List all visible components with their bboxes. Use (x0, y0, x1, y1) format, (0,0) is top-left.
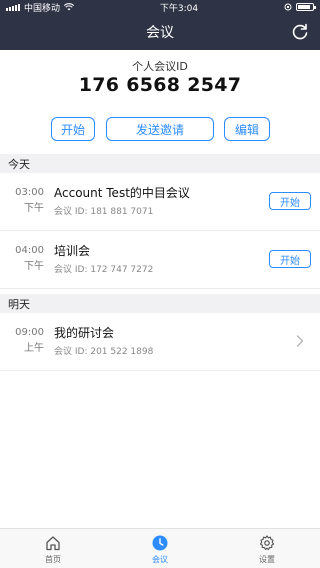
status-bar: 中国移动 下午3:04 (0, 0, 320, 14)
meeting-row[interactable]: 09:00 上午 我的研讨会 会议 ID: 201 522 1898 (0, 313, 320, 371)
meeting-id: 会议 ID: 181 881 7071 (54, 207, 154, 217)
edit-button[interactable]: 编辑 (224, 117, 270, 141)
wifi-icon (64, 3, 75, 11)
tab-meetings[interactable]: 会议 (107, 529, 213, 568)
status-time: 下午3:04 (159, 3, 199, 14)
meeting-start-button[interactable]: 开始 (269, 250, 311, 268)
meeting-row[interactable]: 04:00 下午 培训会 会议 ID: 172 747 7272 开始 (0, 231, 320, 289)
meeting-row[interactable]: 03:00 下午 Account Test的中目会议 会议 ID: 181 88… (0, 173, 320, 231)
personal-meeting-actions: 开始 发送邀请 编辑 (0, 117, 320, 141)
personal-meeting-id: 176 6568 2547 (78, 74, 242, 96)
meeting-topic: 我的研讨会 (54, 326, 115, 340)
meeting-start-button[interactable]: 开始 (269, 192, 311, 210)
carrier-name: 中国移动 (24, 3, 61, 14)
tab-bar: 首页 会议 设置 (0, 528, 320, 568)
refresh-icon[interactable] (290, 22, 310, 42)
section-header-tomorrow: 明天 (0, 294, 320, 313)
nav-bar: 会议 (0, 14, 320, 50)
meeting-id: 会议 ID: 172 747 7272 (54, 265, 154, 275)
battery-icon (295, 3, 316, 11)
page-title: 会议 (146, 25, 174, 41)
meeting-topic: Account Test的中目会议 (54, 186, 190, 200)
chevron-right-icon (296, 335, 304, 347)
section-header-today: 今天 (0, 154, 320, 173)
meeting-time: 09:00 上午 (15, 327, 44, 354)
home-icon (46, 536, 60, 551)
meeting-id: 会议 ID: 201 522 1898 (54, 347, 154, 357)
start-button[interactable]: 开始 (51, 117, 95, 141)
personal-meeting-id-label: 个人会议ID (132, 60, 188, 73)
personal-meeting-card: 个人会议ID 176 6568 2547 开始 发送邀请 编辑 (0, 50, 320, 154)
gear-icon (259, 535, 275, 551)
tab-home[interactable]: 首页 (0, 529, 106, 568)
send-invite-button[interactable]: 发送邀请 (106, 117, 214, 141)
signal-icon (6, 3, 20, 11)
clock-icon (152, 535, 168, 551)
meeting-topic: 培训会 (54, 244, 91, 258)
orientation-lock-icon (284, 3, 292, 11)
meeting-time: 04:00 下午 (15, 245, 44, 272)
meeting-time: 03:00 下午 (15, 187, 44, 214)
tab-settings[interactable]: 设置 (214, 529, 320, 568)
